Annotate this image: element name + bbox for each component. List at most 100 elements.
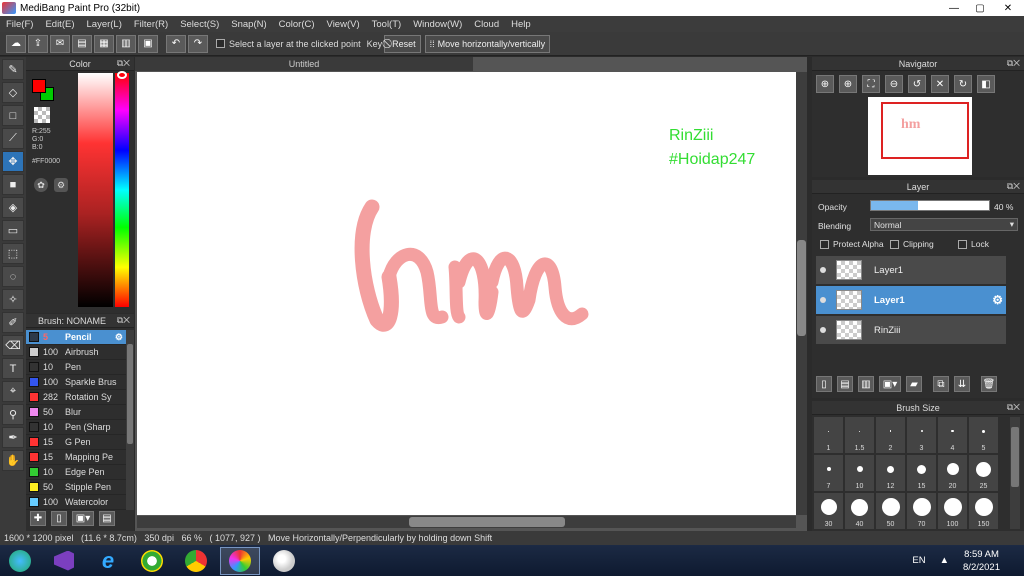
add-brush-icon[interactable]: ✚ (30, 511, 46, 526)
hand-tool-icon[interactable]: ✋ (2, 450, 24, 471)
grid-icon[interactable]: ▥ (116, 34, 136, 53)
popout-icon[interactable]: ⧉✕ (1007, 181, 1020, 192)
canvas-vertical-scrollbar[interactable] (796, 72, 807, 515)
menu-layer[interactable]: Layer(L) (81, 19, 128, 30)
canvas-tab[interactable]: Untitled (135, 57, 473, 71)
document-icon[interactable]: ▦ (94, 34, 114, 53)
eyedropper-tool-icon[interactable]: ⚲ (2, 404, 24, 425)
brush-size-option[interactable]: 25 (969, 455, 998, 491)
brush-size-option[interactable]: 2 (876, 417, 905, 453)
hue-handle[interactable] (117, 71, 127, 79)
select-rect-tool-icon[interactable]: ⬚ (2, 243, 24, 264)
gradient-tool-icon[interactable]: ▭ (2, 220, 24, 241)
move-tool-icon[interactable]: ✥ (2, 151, 24, 172)
text-tool-icon[interactable]: T (2, 358, 24, 379)
redo-icon[interactable]: ↷ (188, 34, 208, 53)
magic-wand-tool-icon[interactable]: ✧ (2, 289, 24, 310)
brush-size-option[interactable]: 3 (907, 417, 936, 453)
flip-icon[interactable]: ◧ (977, 75, 995, 93)
comment-icon[interactable]: ✉ (50, 34, 70, 53)
brush-size-option[interactable]: 1.5 (845, 417, 874, 453)
pen-tool-icon[interactable]: ✒ (2, 427, 24, 448)
bucket-tool-icon[interactable]: ◈ (2, 197, 24, 218)
blending-select[interactable]: Normal ▾ (870, 218, 1018, 231)
taskbar-medibang[interactable] (220, 546, 260, 575)
brush-size-option[interactable]: 30 (814, 493, 843, 529)
opacity-slider[interactable] (870, 200, 990, 211)
eraser-tool-icon[interactable]: ◇ (2, 82, 24, 103)
menu-tool[interactable]: Tool(T) (366, 19, 408, 30)
brush-size-option[interactable]: 50 (876, 493, 905, 529)
brush-size-option[interactable]: 100 (938, 493, 967, 529)
minimize-button[interactable]: — (940, 0, 968, 16)
select-layer-checkbox[interactable] (216, 39, 225, 48)
brush-item[interactable]: 50 Stipple Pen (26, 480, 126, 495)
canvas-horizontal-scrollbar[interactable] (137, 516, 796, 528)
rect-tool-icon[interactable]: □ (2, 105, 24, 126)
line-tool-icon[interactable]: ⟋ (2, 128, 24, 149)
duplicate-layer-icon[interactable]: ⧉ (933, 376, 949, 392)
brush-item[interactable]: 100 Watercolor (26, 495, 126, 510)
menu-snap[interactable]: Snap(N) (225, 19, 272, 30)
gear-icon[interactable]: ⚙ (992, 293, 1003, 307)
brush-size-option[interactable]: 1 (814, 417, 843, 453)
navigator-preview[interactable]: hm (868, 97, 972, 175)
brush-size-option[interactable]: 12 (876, 455, 905, 491)
menu-select[interactable]: Select(S) (174, 19, 225, 30)
brush-item[interactable]: 15 Mapping Pe (26, 450, 126, 465)
taskbar-coccoc[interactable] (132, 547, 172, 575)
lasso-tool-icon[interactable]: ◌ (2, 266, 24, 287)
brush-settings-icon[interactable]: ▤ (99, 511, 115, 526)
reset-button[interactable]: ⃠Reset (384, 34, 421, 53)
fill-rect-tool-icon[interactable]: ■ (2, 174, 24, 195)
zoom-in-alt-icon[interactable]: ⊕ (839, 75, 857, 93)
folder-icon[interactable]: ▰ (906, 376, 922, 392)
new-brush-icon[interactable]: ▯ (51, 511, 67, 526)
undo-icon[interactable]: ↶ (166, 34, 186, 53)
brush-item[interactable]: 5 Pencil ⚙ (26, 330, 126, 345)
new-halftone-layer-icon[interactable]: ▤ (837, 376, 853, 392)
hue-slider[interactable] (115, 73, 129, 307)
brush-tool-icon[interactable]: ✎ (2, 59, 24, 80)
lock-checkbox[interactable] (958, 239, 967, 249)
fit-icon[interactable]: ⛶ (862, 75, 880, 93)
layer-row-selected[interactable]: Layer1 ⚙ (816, 286, 1006, 314)
brush-size-option[interactable]: 20 (938, 455, 967, 491)
actual-size-icon[interactable]: ✕ (931, 75, 949, 93)
zoom-in-icon[interactable]: ⊕ (816, 75, 834, 93)
select-layer-option[interactable]: Select a layer at the clicked point (216, 39, 361, 49)
transparent-color-swatch[interactable] (34, 107, 50, 123)
brush-size-option[interactable]: 15 (907, 455, 936, 491)
menu-window[interactable]: Window(W) (407, 19, 468, 30)
operation-tool-icon[interactable]: ⌖ (2, 381, 24, 402)
new-color-layer-icon[interactable]: ▥ (858, 376, 874, 392)
brush-item[interactable]: 10 Edge Pen (26, 465, 126, 480)
popout-icon[interactable]: ⧉✕ (117, 315, 130, 326)
drawing-canvas[interactable]: RinZiii #Hoidap247 (137, 72, 796, 515)
brush-size-option[interactable]: 10 (845, 455, 874, 491)
brush-size-option[interactable]: 40 (845, 493, 874, 529)
popout-icon[interactable]: ⧉✕ (1007, 58, 1020, 69)
menu-color[interactable]: Color(C) (273, 19, 321, 30)
rotate-right-icon[interactable]: ↻ (954, 75, 972, 93)
taskbar-chrome[interactable] (176, 547, 216, 575)
menu-filter[interactable]: Filter(R) (128, 19, 174, 30)
rotate-left-icon[interactable]: ↺ (908, 75, 926, 93)
menu-view[interactable]: View(V) (321, 19, 366, 30)
new-layer-icon[interactable]: ▯ (816, 376, 832, 392)
language-indicator[interactable]: EN (912, 555, 925, 566)
popout-icon[interactable]: ⧉✕ (117, 58, 130, 69)
move-direction-button[interactable]: ⁞⁞ Move horizontally/vertically (424, 34, 551, 53)
menu-file[interactable]: File(F) (0, 19, 39, 30)
menu-help[interactable]: Help (505, 19, 537, 30)
protect-alpha-option[interactable]: Protect Alpha (820, 239, 884, 249)
brush-size-option[interactable]: 5 (969, 417, 998, 453)
brush-item[interactable]: 15 G Pen (26, 435, 126, 450)
layer-row[interactable]: Layer1 (816, 256, 1006, 284)
clipping-option[interactable]: Clipping (890, 239, 934, 249)
horizontal-scroll-thumb[interactable] (409, 517, 565, 527)
brush-item[interactable]: 50 Blur (26, 405, 126, 420)
cloud-icon[interactable]: ☁ (6, 34, 26, 53)
saturation-value-picker[interactable] (78, 73, 113, 307)
delete-layer-icon[interactable]: 🗑 (981, 376, 997, 392)
